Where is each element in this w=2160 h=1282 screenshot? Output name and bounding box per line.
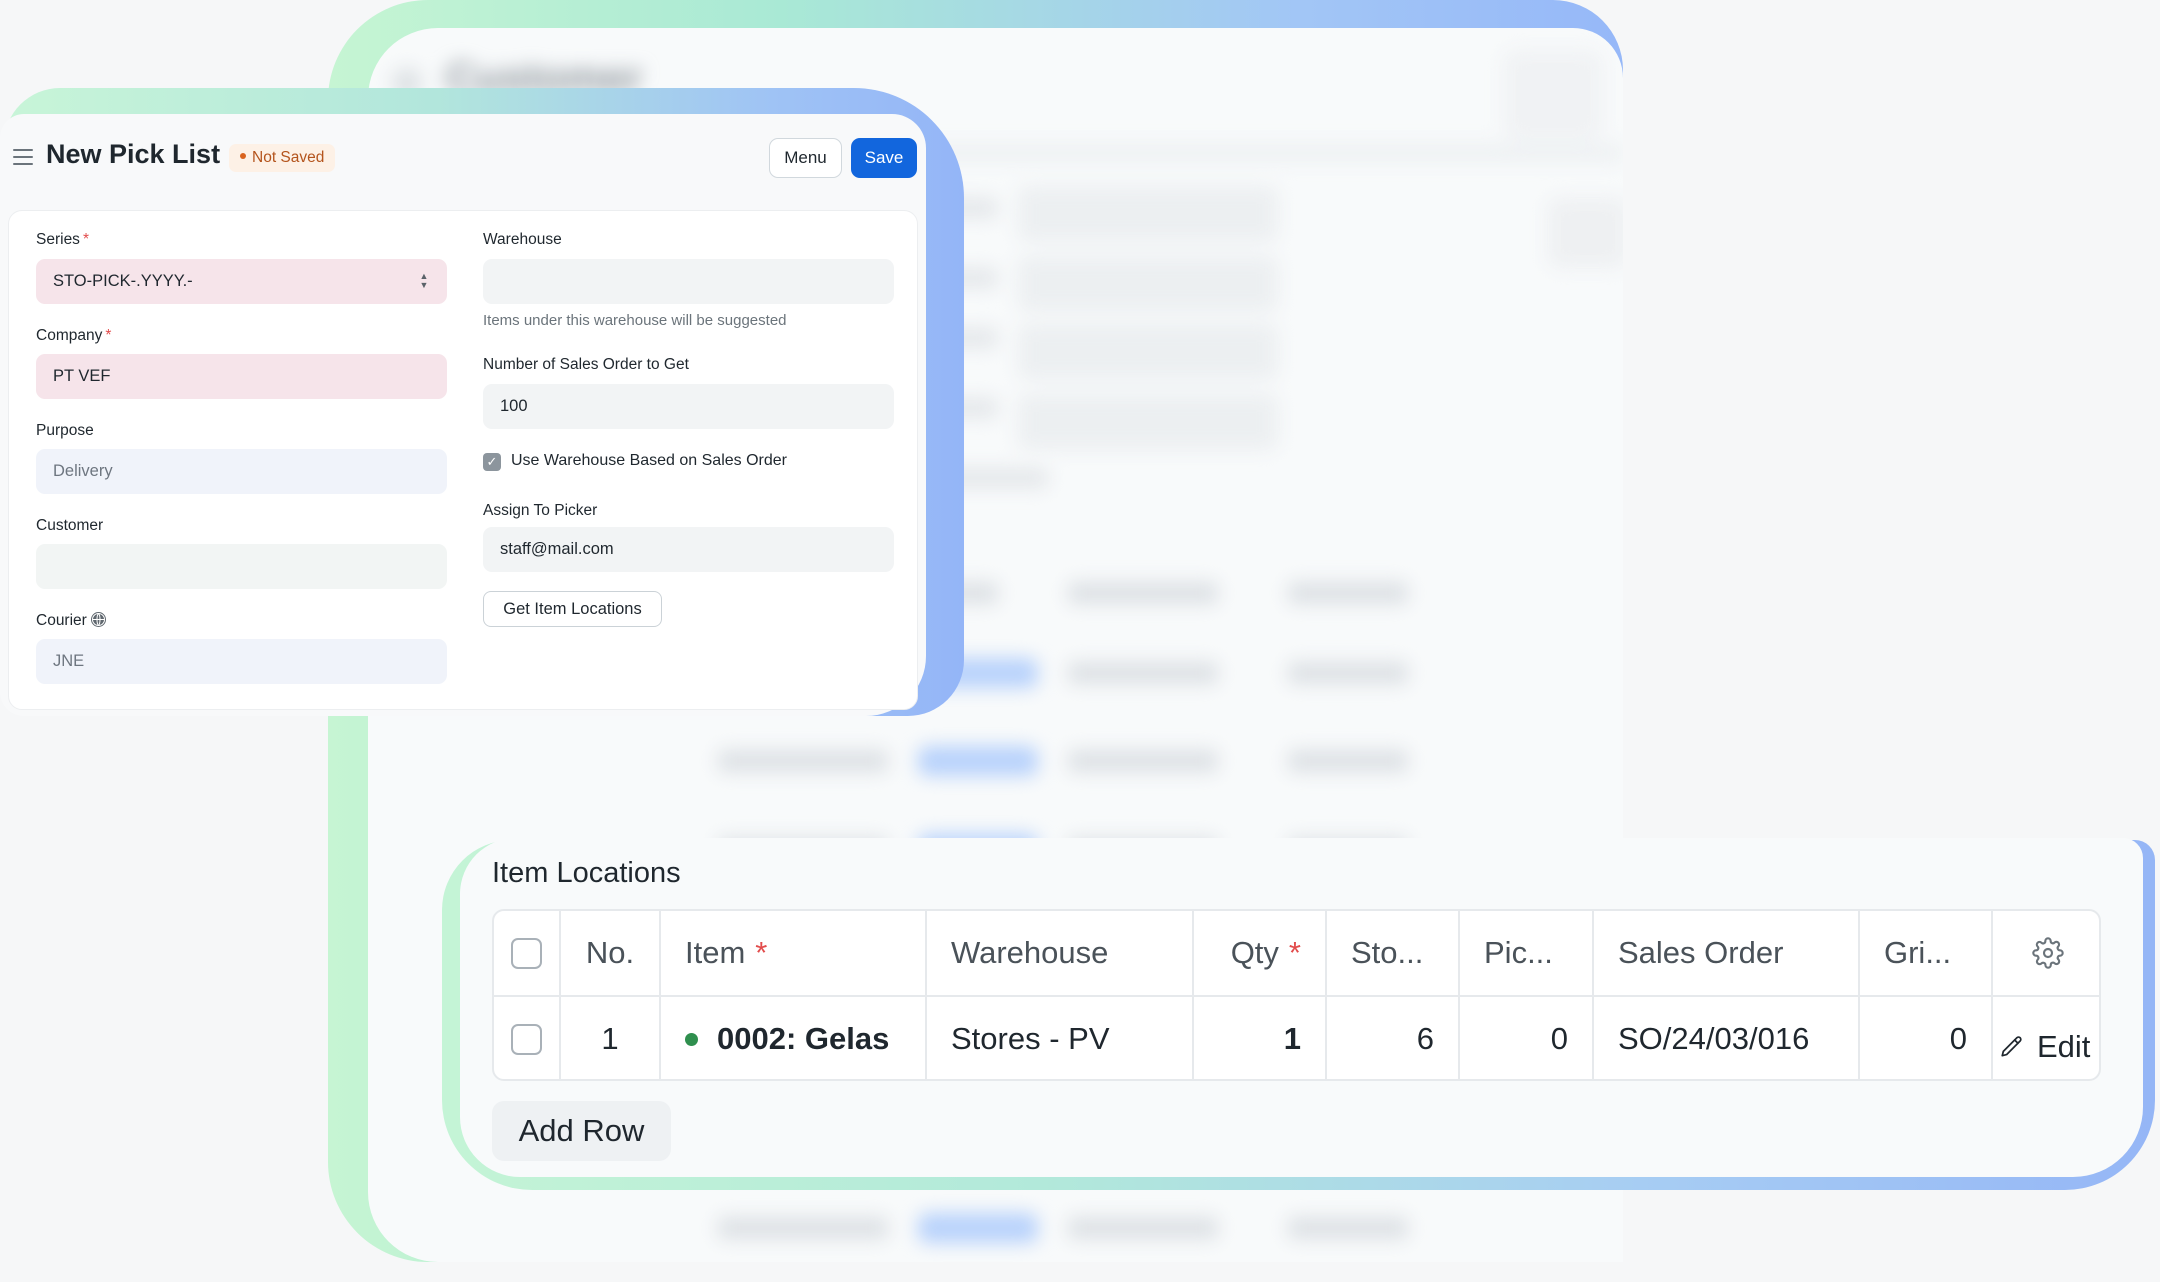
warehouse-field[interactable] (483, 259, 894, 304)
sales-order-count-label: Number of Sales Order to Get (483, 356, 689, 373)
row-no: 1 (561, 997, 661, 1079)
use-warehouse-label: Use Warehouse Based on Sales Order (511, 452, 787, 469)
row-picked[interactable]: 0 (1460, 997, 1594, 1079)
sales-order-count-value: 100 (500, 397, 528, 415)
row-edit-link[interactable]: Edit (1999, 1029, 2090, 1065)
row-edit-cell: Edit (1993, 997, 2099, 1079)
row-grid[interactable]: 0 (1860, 997, 1993, 1079)
series-label: Series * (36, 231, 89, 248)
background-filter-field (1018, 394, 1278, 450)
series-value: STO-PICK-.YYYY.- (53, 272, 193, 290)
item-locations-table: No. Item * Warehouse Qty * Sto... Pic... S… (492, 909, 2101, 1081)
hamburger-menu-icon[interactable] (13, 149, 33, 165)
required-marker: * (82, 231, 89, 248)
customer-field[interactable] (36, 544, 447, 589)
item-name: 0002: Gelas (717, 1021, 890, 1056)
purpose-select[interactable]: Delivery (36, 449, 447, 494)
company-field[interactable]: PT VEF (36, 354, 447, 399)
column-header-picked: Pic... (1460, 911, 1594, 995)
gear-icon[interactable] (2032, 937, 2064, 969)
row-select-cell (494, 997, 561, 1079)
background-filter-field (1018, 324, 1278, 380)
item-locations-title: Item Locations (492, 857, 681, 889)
assign-to-picker-label: Assign To Picker (483, 502, 598, 519)
use-warehouse-checkbox[interactable]: ✓ (483, 453, 501, 471)
assign-to-picker-field[interactable]: staff@mail.com (483, 527, 894, 572)
row-sales-order[interactable]: SO/24/03/016 (1594, 997, 1860, 1079)
save-button[interactable]: Save (851, 138, 917, 178)
edit-label: Edit (2037, 1029, 2091, 1064)
row-stock[interactable]: 6 (1327, 997, 1460, 1079)
column-header-grid: Gri... (1860, 911, 1993, 995)
column-header-qty: Qty * (1194, 911, 1327, 995)
company-value: PT VEF (53, 367, 111, 385)
background-list-row (718, 736, 1578, 786)
background-filter-field (1018, 186, 1278, 242)
courier-value: JNE (53, 652, 85, 670)
pick-list-form: Series * STO-PICK-.YYYY.- ▲ ▼ Company * PT … (8, 210, 918, 710)
customer-label: Customer (36, 517, 104, 534)
select-all-cell (494, 911, 561, 995)
pick-list-header: New Pick List Not Saved Menu Save (0, 114, 926, 204)
status-badge: Not Saved (229, 144, 336, 172)
pick-list-form-card: New Pick List Not Saved Menu Save Series… (0, 114, 926, 716)
purpose-value: Delivery (53, 462, 113, 480)
get-item-locations-button[interactable]: Get Item Locations (483, 591, 662, 627)
courier-field[interactable]: JNE (36, 639, 447, 684)
warehouse-label: Warehouse (483, 231, 562, 248)
column-header-warehouse: Warehouse (927, 911, 1194, 995)
status-badge-label: Not Saved (252, 149, 325, 166)
background-list-row (718, 1203, 1578, 1253)
column-header-item: Item * (661, 911, 927, 995)
series-select[interactable]: STO-PICK-.YYYY.- ▲ ▼ (36, 259, 447, 304)
row-qty[interactable]: 1 (1194, 997, 1327, 1079)
menu-button[interactable]: Menu (769, 138, 842, 178)
select-arrows-icon: ▲ ▼ (419, 271, 429, 290)
page-title: New Pick List (46, 139, 221, 169)
warehouse-help-text: Items under this warehouse will be sugge… (483, 312, 787, 329)
background-sidebar-pill (1548, 198, 1623, 268)
row-item[interactable]: 0002: Gelas (661, 997, 927, 1079)
add-row-button[interactable]: Add Row (492, 1101, 671, 1161)
required-marker: * (755, 935, 768, 970)
row-warehouse[interactable]: Stores - PV (927, 997, 1194, 1079)
assign-to-picker-value: staff@mail.com (500, 540, 614, 558)
purpose-label: Purpose (36, 422, 94, 439)
select-all-checkbox[interactable] (511, 937, 542, 969)
pencil-icon (2001, 1036, 2022, 1057)
column-settings-cell (1993, 911, 2099, 995)
column-header-no: No. (561, 911, 661, 995)
item-locations-card: Item Locations No. Item * Warehouse Qty * … (460, 838, 2143, 1177)
courier-label: Courier (36, 611, 106, 630)
background-filter-field (1018, 256, 1278, 312)
column-header-stock: Sto... (1327, 911, 1460, 995)
background-header-button (1503, 50, 1603, 140)
sales-order-count-field[interactable]: 100 (483, 384, 894, 429)
required-marker: * (1288, 935, 1301, 970)
column-header-sales-order: Sales Order (1594, 911, 1860, 995)
status-dot-icon (240, 153, 246, 160)
row-checkbox[interactable] (511, 1023, 542, 1055)
item-status-dot-icon (685, 1032, 698, 1046)
company-label: Company * (36, 327, 112, 344)
globe-icon (90, 611, 106, 627)
required-marker: * (105, 327, 112, 344)
